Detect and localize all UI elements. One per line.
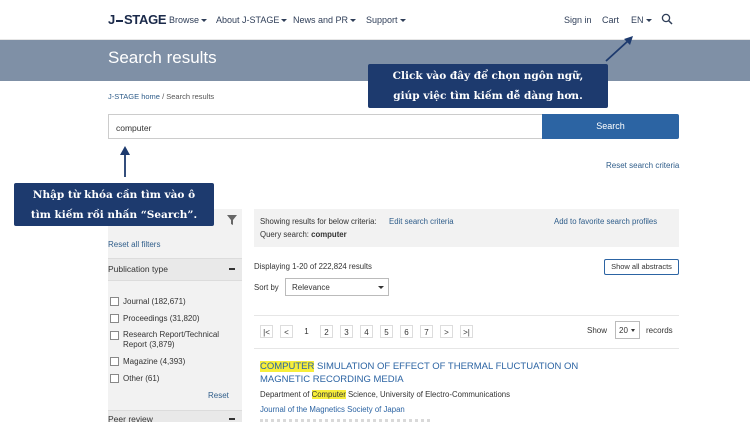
page-7[interactable]: 7 bbox=[420, 325, 433, 338]
search-input[interactable]: computer bbox=[108, 114, 542, 139]
nav-news-label: News and PR bbox=[293, 15, 349, 25]
sort-select[interactable]: Relevance bbox=[285, 278, 389, 296]
reset-all-filters-link[interactable]: Reset all filters bbox=[108, 240, 160, 249]
search-tip-line-2: tìm kiếm rồi nhấn “Search”. bbox=[30, 209, 198, 221]
affiliation-highlight: Computer bbox=[311, 390, 346, 399]
language-selector[interactable]: EN bbox=[631, 15, 652, 25]
arrow-to-search-icon bbox=[120, 146, 130, 177]
checkbox-journal[interactable] bbox=[110, 297, 119, 306]
logo-left: J bbox=[108, 12, 115, 27]
result-count: Displaying 1-20 of 222,824 results bbox=[254, 262, 372, 271]
search-tip-line-1: Nhập từ khóa cần tìm vào ô bbox=[32, 189, 196, 201]
chevron-down-icon bbox=[350, 19, 357, 23]
language-tip-line-1: Click vào đây để chọn ngôn ngữ, bbox=[392, 70, 584, 82]
page-6[interactable]: 6 bbox=[400, 325, 413, 338]
language-label: EN bbox=[631, 15, 644, 25]
result-title-line2: MAGNETIC RECORDING MEDIA bbox=[260, 373, 404, 385]
language-tip-callout: Click vào đây để chọn ngôn ngữ, giúp việ… bbox=[368, 64, 608, 108]
reset-publication-type-link[interactable]: Reset bbox=[208, 391, 229, 400]
nav-support-label: Support bbox=[366, 15, 398, 25]
checkbox-magazine[interactable] bbox=[110, 357, 119, 366]
search-button[interactable]: Search bbox=[542, 114, 679, 139]
nav-browse[interactable]: Browse bbox=[169, 15, 208, 25]
checkbox-proceedings-label: Proceedings (31,820) bbox=[123, 314, 200, 323]
chevron-down-icon bbox=[281, 19, 288, 23]
show-all-abstracts-button[interactable]: Show all abstracts bbox=[604, 259, 679, 275]
jstage-logo[interactable]: J STAGE bbox=[108, 12, 167, 27]
publication-type-label: Publication type bbox=[108, 264, 169, 274]
nav-about-label: About J-STAGE bbox=[216, 15, 280, 25]
result-title-highlight: COMPUTER bbox=[260, 361, 315, 372]
nav-support[interactable]: Support bbox=[366, 15, 406, 25]
result-title-link[interactable]: COMPUTER SIMULATION OF EFFECT OF THERMAL… bbox=[260, 361, 620, 386]
criteria-showing: Showing results for below criteria: bbox=[260, 217, 377, 226]
checkbox-journal-label: Journal (182,671) bbox=[123, 297, 186, 306]
reset-search-criteria-link[interactable]: Reset search criteria bbox=[606, 161, 679, 170]
language-tip-line-2: giúp việc tìm kiếm dễ dàng hơn. bbox=[393, 90, 583, 102]
collapse-icon[interactable] bbox=[229, 268, 235, 270]
logo-dash bbox=[115, 19, 123, 22]
page-2[interactable]: 2 bbox=[320, 325, 333, 338]
affiliation-pre: Department of bbox=[260, 390, 312, 399]
search-tip-callout: Nhập từ khóa cần tìm vào ô tìm kiếm rồi … bbox=[14, 183, 214, 226]
checkbox-research-report[interactable] bbox=[110, 331, 119, 340]
nav-news[interactable]: News and PR bbox=[293, 15, 357, 25]
checkbox-other-label: Other (61) bbox=[123, 374, 160, 383]
page-3[interactable]: 3 bbox=[340, 325, 353, 338]
records-label: records bbox=[646, 326, 673, 335]
arrow-to-language-icon bbox=[605, 36, 633, 62]
search-icon[interactable] bbox=[661, 13, 673, 25]
cart-link[interactable]: Cart bbox=[602, 15, 619, 25]
query-search-value: computer bbox=[311, 230, 347, 239]
breadcrumb-sep: / bbox=[162, 92, 165, 101]
checkbox-proceedings[interactable] bbox=[110, 314, 119, 323]
chevron-down-icon bbox=[201, 19, 208, 23]
peer-review-label: Peer review bbox=[108, 414, 153, 422]
add-favorite-profile-link[interactable]: Add to favorite search profiles bbox=[554, 217, 657, 226]
result-journal-link[interactable]: Journal of the Magnetics Society of Japa… bbox=[260, 405, 405, 414]
breadcrumb-home[interactable]: J-STAGE home bbox=[108, 92, 160, 101]
page-1[interactable]: 1 bbox=[300, 325, 313, 338]
page-5[interactable]: 5 bbox=[380, 325, 393, 338]
checkbox-other[interactable] bbox=[110, 374, 119, 383]
result-title-text: SIMULATION OF EFFECT OF THERMAL FLUCTUAT… bbox=[314, 361, 579, 372]
next-page-button[interactable]: > bbox=[440, 325, 453, 338]
prev-page-button[interactable]: < bbox=[280, 325, 293, 338]
chevron-down-icon bbox=[631, 329, 635, 332]
per-page-label: Show bbox=[587, 326, 608, 335]
chevron-down-icon bbox=[378, 286, 384, 289]
last-page-button[interactable]: >| bbox=[460, 325, 473, 338]
breadcrumb: J-STAGE home / Search results bbox=[108, 92, 214, 101]
checkbox-research-report-label: Research Report/Technical bbox=[123, 330, 220, 339]
checkbox-magazine-label: Magazine (4,393) bbox=[123, 357, 186, 366]
logo-right: STAGE bbox=[123, 12, 167, 27]
page-4[interactable]: 4 bbox=[360, 325, 373, 338]
result-affiliation: Department of Computer Science, Universi… bbox=[260, 390, 510, 399]
page-title: Search results bbox=[108, 48, 217, 67]
breadcrumb-current: Search results bbox=[166, 92, 215, 101]
collapse-icon[interactable] bbox=[229, 418, 235, 420]
edit-search-criteria-link[interactable]: Edit search criteria bbox=[389, 217, 454, 226]
chevron-down-icon bbox=[645, 19, 652, 23]
per-page-select[interactable]: 20 bbox=[615, 321, 640, 339]
filter-icon[interactable] bbox=[227, 215, 237, 225]
query-search: Query search: computer bbox=[260, 230, 347, 239]
checkbox-research-report-label-2: Report (3,879) bbox=[123, 340, 175, 349]
affiliation-post: Science, University of Electro-Communica… bbox=[345, 390, 511, 399]
nav-about[interactable]: About J-STAGE bbox=[216, 15, 288, 25]
nav-browse-label: Browse bbox=[169, 15, 200, 25]
chevron-down-icon bbox=[399, 19, 406, 23]
first-page-button[interactable]: |< bbox=[260, 325, 273, 338]
criteria-box bbox=[254, 209, 679, 247]
sort-by-label: Sort by bbox=[254, 283, 279, 292]
query-search-label: Query search: bbox=[260, 230, 309, 239]
signin-link[interactable]: Sign in bbox=[564, 15, 592, 25]
